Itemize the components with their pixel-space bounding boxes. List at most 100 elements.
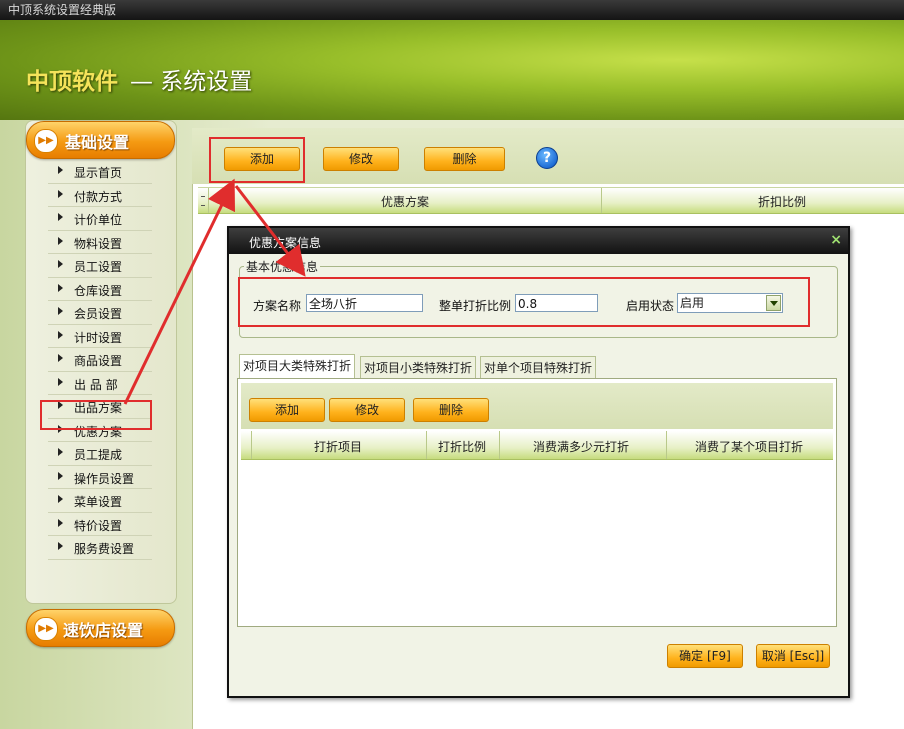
column-header-scheme[interactable]: 优惠方案 — [381, 193, 429, 210]
sidebar-item[interactable]: 会员设置 — [48, 301, 152, 325]
sidebar-item[interactable]: 付款方式 — [48, 184, 152, 207]
sidebar-item[interactable]: 仓库设置 — [48, 278, 152, 301]
tab-delete-button[interactable]: 删除 — [413, 398, 489, 422]
double-arrow-icon: ▶▶ — [34, 129, 58, 153]
bullet-arrow-icon — [58, 166, 63, 174]
sidebar-item[interactable]: 商品设置 — [48, 348, 152, 372]
column-header-ratio[interactable]: 折扣比例 — [758, 193, 806, 210]
sidebar-item-label: 显示首页 — [74, 166, 123, 180]
bullet-arrow-icon — [58, 518, 63, 527]
tab-single-item[interactable]: 对单个项目特殊打折 — [480, 356, 597, 379]
tab-category[interactable]: 对项目大类特殊打折 — [239, 354, 356, 379]
status-select[interactable]: 启用 — [677, 293, 783, 313]
header-banner: 中顶软件 — 系统设置 — [0, 20, 904, 120]
sidebar-item-label: 操作员设置 — [74, 471, 135, 486]
sidebar-item[interactable]: 计价单位 — [48, 207, 152, 231]
scheme-name-label: 方案名称 — [253, 299, 302, 313]
row-selector-icon — [198, 188, 209, 213]
window-title: 中顶系统设置经典版 — [8, 3, 117, 17]
basic-info-legend: 基本优惠信息 — [244, 258, 321, 275]
sidebar-item[interactable]: 员工设置 — [48, 254, 152, 278]
bullet-arrow-icon — [58, 283, 63, 292]
sidebar-item[interactable]: 优惠方案 — [48, 419, 152, 442]
edit-button[interactable]: 修改 — [323, 147, 399, 171]
sidebar-item[interactable]: 特价设置 — [48, 513, 152, 536]
confirm-button[interactable]: 确定 [F9] — [667, 644, 743, 668]
bullet-arrow-icon — [58, 471, 63, 480]
column-divider — [426, 431, 427, 459]
bullet-arrow-icon — [58, 260, 63, 268]
tab-panel: 添加 修改 删除 打折项目 打折比例 消费满多少元打折 消费了某个项目打折 — [237, 378, 837, 627]
column-divider — [251, 431, 252, 459]
sidebar-item-label: 物料设置 — [74, 236, 123, 251]
brand-name: 中顶软件 — [26, 69, 118, 95]
sidebar-item-label: 出品方案 — [74, 401, 123, 415]
close-icon[interactable]: × — [830, 232, 842, 248]
sidebar-item-label: 特价设置 — [74, 518, 123, 533]
status-label: 启用状态 — [626, 299, 675, 313]
sidebar-item[interactable]: 物料设置 — [48, 231, 152, 254]
sidebar-item[interactable]: 显示首页 — [48, 160, 152, 184]
tab-add-button[interactable]: 添加 — [249, 398, 325, 422]
sidebar-item[interactable]: 操作员设置 — [48, 466, 152, 489]
column-divider — [666, 431, 667, 459]
bullet-arrow-icon — [58, 401, 63, 409]
bullet-arrow-icon — [58, 448, 63, 456]
ratio-input[interactable]: 0.8 — [515, 294, 598, 312]
sidebar-item-label: 服务费设置 — [74, 542, 135, 556]
sidebar-item[interactable]: 员工提成 — [48, 442, 152, 466]
delete-button[interactable]: 删除 — [424, 147, 505, 171]
cancel-button[interactable]: 取消 [Esc]] — [756, 644, 830, 668]
double-arrow-icon: ▶▶ — [34, 617, 58, 641]
sidebar-section-fastfood-label: 速饮店设置 — [63, 621, 144, 640]
window-titlebar: 中顶系统设置经典版 — [0, 0, 904, 20]
column-header-discount-ratio[interactable]: 打折比例 — [438, 438, 486, 455]
sidebar-item-label: 计价单位 — [74, 213, 123, 227]
scheme-name-input[interactable]: 全场八折 — [306, 294, 423, 312]
help-icon[interactable]: ? — [536, 147, 558, 169]
discount-dialog: 优惠方案信息 × 基本优惠信息 方案名称 全场八折 整单打折比例 0.8 启用状… — [227, 226, 850, 698]
sidebar-item[interactable]: 计时设置 — [48, 325, 152, 348]
bullet-arrow-icon — [58, 542, 63, 550]
sidebar-section-fastfood[interactable]: ▶▶ 速饮店设置 — [26, 609, 175, 647]
sub-grid-header: 打折项目 打折比例 消费满多少元打折 消费了某个项目打折 — [241, 431, 833, 460]
sidebar-item-label: 菜单设置 — [74, 495, 123, 509]
bullet-arrow-icon — [58, 495, 63, 503]
sidebar-item-label: 员工设置 — [74, 260, 123, 274]
column-header-item[interactable]: 打折项目 — [314, 438, 362, 455]
column-divider — [601, 188, 602, 213]
dialog-titlebar: 优惠方案信息 × — [229, 228, 848, 254]
column-divider — [499, 431, 500, 459]
sidebar-section-basic[interactable]: ▶▶ 基础设置 — [26, 121, 175, 159]
sidebar-section-basic-label: 基础设置 — [65, 133, 130, 152]
sidebar-item-label: 会员设置 — [74, 307, 123, 321]
add-button[interactable]: 添加 — [224, 147, 300, 171]
sidebar-item[interactable]: 服务费设置 — [48, 536, 152, 560]
dropdown-arrow-icon[interactable] — [766, 295, 781, 311]
bullet-arrow-icon — [58, 213, 63, 221]
page-heading: — 系统设置 — [130, 69, 253, 95]
bullet-arrow-icon — [58, 307, 63, 315]
sidebar-item-label: 付款方式 — [74, 189, 123, 204]
sidebar-item[interactable]: 出品方案 — [48, 395, 152, 419]
bullet-arrow-icon — [58, 354, 63, 362]
tab-subcategory[interactable]: 对项目小类特殊打折 — [360, 356, 477, 379]
sidebar-item-label: 优惠方案 — [74, 424, 123, 439]
bullet-arrow-icon — [58, 330, 63, 339]
sidebar-item-label: 员工提成 — [74, 448, 123, 462]
tab-edit-button[interactable]: 修改 — [329, 398, 405, 422]
sidebar-menu: 显示首页付款方式计价单位物料设置员工设置仓库设置会员设置计时设置商品设置出 品 … — [48, 160, 152, 560]
dialog-title: 优惠方案信息 — [249, 236, 322, 250]
sidebar-item-label: 计时设置 — [74, 330, 123, 345]
bullet-arrow-icon — [58, 236, 63, 245]
sidebar-item-label: 仓库设置 — [74, 283, 123, 298]
bullet-arrow-icon — [58, 424, 63, 433]
ratio-label: 整单打折比例 — [439, 299, 512, 313]
discount-grid-header: 优惠方案 折扣比例 — [198, 187, 904, 214]
column-header-min-spend[interactable]: 消费满多少元打折 — [533, 438, 629, 455]
column-header-item-spend[interactable]: 消费了某个项目打折 — [695, 438, 803, 455]
sidebar-item[interactable]: 菜单设置 — [48, 489, 152, 513]
status-select-value: 启用 — [680, 296, 705, 310]
sidebar-item-label: 出 品 部 — [74, 377, 118, 392]
sidebar-item[interactable]: 出 品 部 — [48, 372, 152, 395]
